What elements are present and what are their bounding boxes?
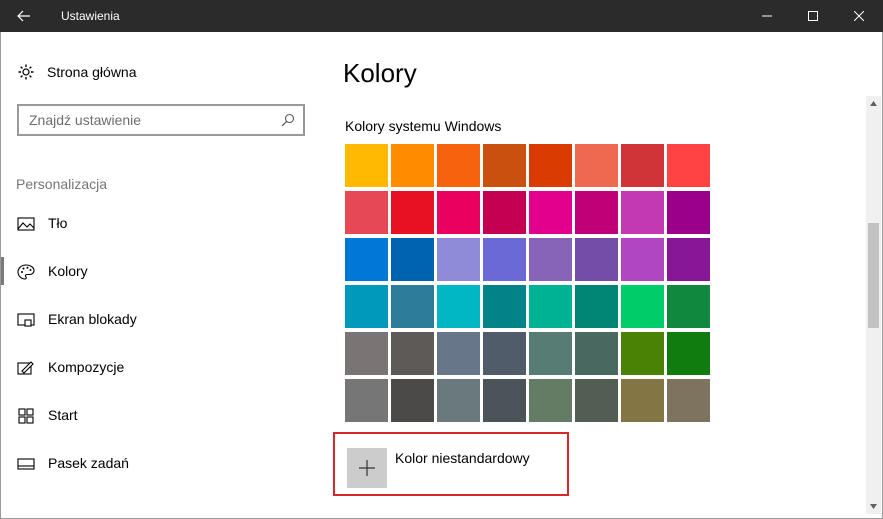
close-button[interactable] [836, 0, 882, 32]
minimize-button[interactable] [744, 0, 790, 32]
color-swatch[interactable] [667, 379, 710, 422]
color-swatch[interactable] [621, 238, 664, 281]
color-swatch[interactable] [483, 191, 526, 234]
color-swatch[interactable] [483, 238, 526, 281]
minimize-icon [762, 15, 772, 17]
color-swatch[interactable] [437, 238, 480, 281]
color-swatch[interactable] [529, 332, 572, 375]
color-swatch[interactable] [667, 144, 710, 187]
color-swatch[interactable] [529, 238, 572, 281]
color-swatch[interactable] [529, 191, 572, 234]
themes-icon [17, 361, 34, 375]
color-swatch[interactable] [437, 191, 480, 234]
sidebar-item-label: Start [48, 407, 78, 423]
chevron-up-icon [870, 101, 877, 106]
color-swatch[interactable] [621, 379, 664, 422]
picture-icon [17, 217, 35, 231]
sidebar-item-lock-screen[interactable]: Ekran blokady [0, 302, 320, 338]
maximize-button[interactable] [790, 0, 836, 32]
color-swatch[interactable] [667, 191, 710, 234]
color-swatch[interactable] [621, 191, 664, 234]
color-swatch[interactable] [437, 144, 480, 187]
sidebar-item-label: Kompozycje [48, 359, 125, 375]
sidebar-item-taskbar[interactable]: Pasek zadań [0, 446, 320, 482]
scroll-down-button[interactable] [866, 499, 881, 514]
color-swatch[interactable] [483, 144, 526, 187]
color-swatch[interactable] [391, 144, 434, 187]
chevron-down-icon [870, 504, 877, 509]
scroll-up-button[interactable] [866, 96, 881, 111]
home-label: Strona główna [47, 64, 137, 80]
color-swatch[interactable] [483, 379, 526, 422]
color-swatch[interactable] [667, 238, 710, 281]
color-swatch[interactable] [345, 144, 388, 187]
taskbar-icon [17, 458, 35, 470]
sidebar-item-label: Kolory [48, 263, 88, 279]
lock-screen-icon [17, 313, 35, 327]
search-icon[interactable] [281, 113, 295, 127]
color-swatch[interactable] [345, 332, 388, 375]
color-swatch[interactable] [575, 144, 618, 187]
home-link[interactable]: Strona główna [17, 63, 137, 81]
vertical-scrollbar[interactable] [866, 96, 881, 514]
color-swatch[interactable] [575, 379, 618, 422]
color-swatch[interactable] [575, 191, 618, 234]
section-title: Kolory systemu Windows [345, 118, 502, 134]
color-swatch[interactable] [483, 332, 526, 375]
color-swatch[interactable] [575, 332, 618, 375]
custom-color-label: Kolor niestandardowy [395, 450, 530, 466]
window-title: Ustawienia [61, 9, 120, 23]
page-title: Kolory [343, 58, 417, 88]
add-color-tile[interactable] [347, 448, 387, 488]
plus-icon [359, 460, 375, 476]
color-swatch[interactable] [345, 379, 388, 422]
sidebar-item-label: Tło [48, 215, 68, 231]
start-icon [18, 408, 34, 424]
color-swatch[interactable] [391, 238, 434, 281]
color-swatch[interactable] [345, 191, 388, 234]
gear-icon [18, 64, 34, 80]
maximize-icon [808, 11, 818, 21]
sidebar-item-colors[interactable]: Kolory [0, 254, 320, 290]
color-swatch[interactable] [437, 379, 480, 422]
color-swatch[interactable] [575, 238, 618, 281]
sidebar-item-background[interactable]: Tło [0, 206, 320, 242]
color-swatch-grid [345, 144, 711, 423]
color-swatch[interactable] [391, 379, 434, 422]
sidebar-item-label: Ekran blokady [48, 311, 137, 327]
active-indicator [0, 257, 4, 285]
color-swatch[interactable] [391, 332, 434, 375]
color-swatch[interactable] [483, 285, 526, 328]
color-swatch[interactable] [667, 332, 710, 375]
color-swatch[interactable] [391, 285, 434, 328]
color-swatch[interactable] [529, 144, 572, 187]
custom-color-button[interactable]: Kolor niestandardowy [333, 432, 569, 496]
scrollbar-thumb[interactable] [868, 223, 879, 328]
palette-icon [17, 264, 35, 280]
color-swatch[interactable] [391, 191, 434, 234]
sidebar-item-themes[interactable]: Kompozycje [0, 350, 320, 386]
title-bar: Ustawienia [0, 0, 883, 32]
color-swatch[interactable] [621, 144, 664, 187]
color-swatch[interactable] [621, 285, 664, 328]
search-placeholder: Znajdź ustawienie [29, 112, 142, 128]
color-swatch[interactable] [345, 285, 388, 328]
back-button[interactable] [0, 0, 48, 32]
color-swatch[interactable] [437, 285, 480, 328]
sidebar-item-start[interactable]: Start [0, 398, 320, 434]
sidebar-item-label: Pasek zadań [48, 455, 129, 471]
section-heading: Personalizacja [16, 176, 108, 192]
color-swatch[interactable] [529, 379, 572, 422]
color-swatch[interactable] [575, 285, 618, 328]
close-icon [854, 11, 864, 21]
search-box[interactable]: Znajdź ustawienie [17, 104, 305, 136]
color-swatch[interactable] [437, 332, 480, 375]
color-swatch[interactable] [529, 285, 572, 328]
back-arrow-icon [17, 10, 30, 22]
color-swatch[interactable] [345, 238, 388, 281]
color-swatch[interactable] [621, 332, 664, 375]
color-swatch[interactable] [667, 285, 710, 328]
